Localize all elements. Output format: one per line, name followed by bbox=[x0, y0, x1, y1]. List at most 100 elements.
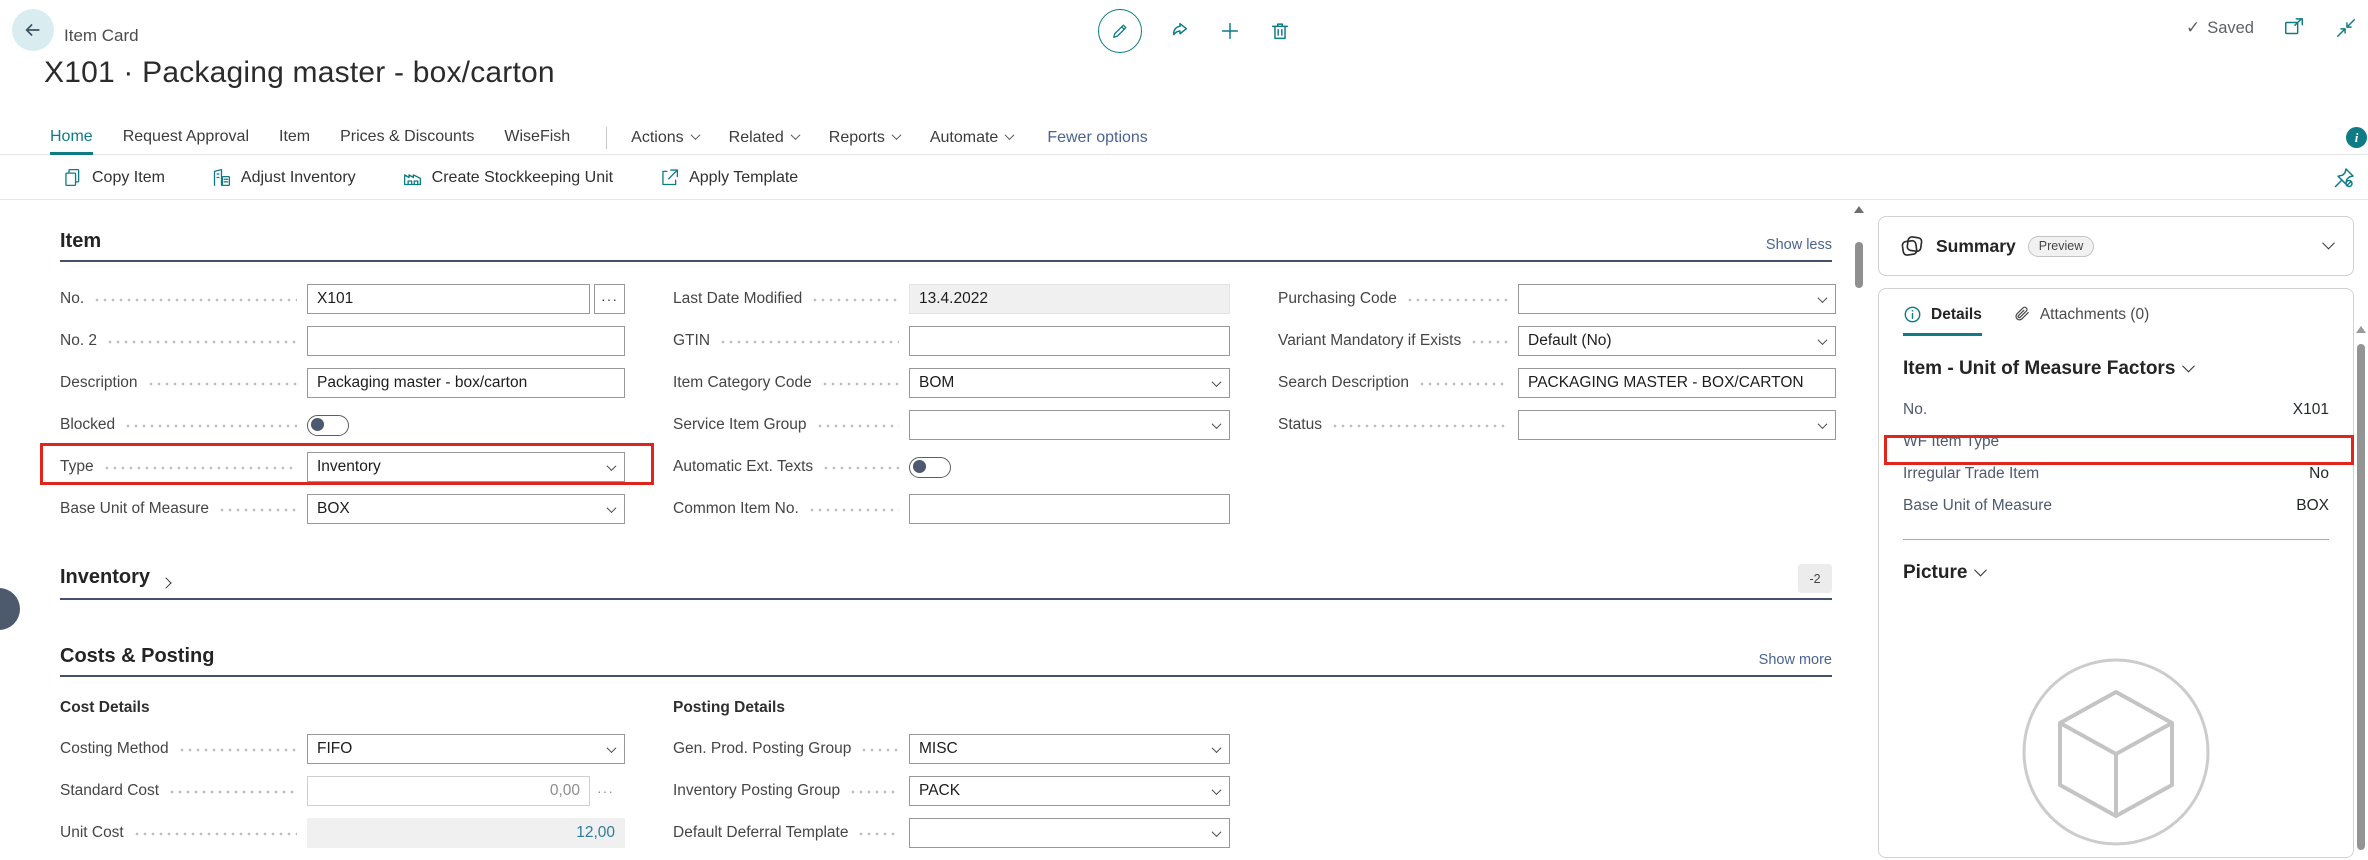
dotted-leader bbox=[822, 466, 899, 470]
info-icon[interactable]: i bbox=[2346, 127, 2367, 148]
factbox-irregular-trade-item-value[interactable]: No bbox=[2309, 465, 2329, 483]
tab-details[interactable]: Details bbox=[1903, 305, 1982, 336]
no2-input[interactable] bbox=[307, 326, 625, 356]
factbox-irregular-trade-item-label: Irregular Trade Item bbox=[1903, 465, 2039, 483]
gtin-input[interactable] bbox=[909, 326, 1230, 356]
share-button[interactable] bbox=[1168, 19, 1192, 43]
base-uom-dropdown[interactable]: BOX bbox=[307, 494, 625, 524]
description-input[interactable]: Packaging master - box/carton bbox=[307, 368, 625, 398]
variant-mandatory-dropdown[interactable]: Default (No) bbox=[1518, 326, 1836, 356]
open-in-window-button[interactable] bbox=[2282, 16, 2306, 40]
attachments-tab-label: Attachments (0) bbox=[2040, 306, 2149, 324]
menu-actions[interactable]: Actions bbox=[631, 121, 698, 155]
standard-cost-input[interactable]: 0,00 bbox=[307, 776, 590, 806]
no-assist-button[interactable]: ··· bbox=[594, 284, 625, 314]
chevron-down-icon bbox=[891, 130, 901, 140]
saved-label: Saved bbox=[2207, 19, 2254, 38]
factbox-no-value[interactable]: X101 bbox=[2293, 401, 2329, 419]
tab-attachments[interactable]: Attachments (0) bbox=[2012, 305, 2149, 333]
menu-related-label: Related bbox=[729, 129, 784, 147]
inventory-fasttab: Inventory -2 bbox=[60, 564, 1832, 600]
back-button[interactable] bbox=[12, 9, 54, 51]
no-input[interactable]: X101 bbox=[307, 284, 590, 314]
adjust-inventory-button[interactable]: Adjust Inventory bbox=[211, 167, 356, 188]
dotted-leader bbox=[816, 424, 899, 428]
status-dropdown[interactable] bbox=[1518, 410, 1836, 440]
costing-method-dropdown[interactable]: FIFO bbox=[307, 734, 625, 764]
warehouse-icon bbox=[402, 167, 423, 188]
copy-icon bbox=[62, 167, 83, 188]
inventory-posting-group-dropdown[interactable]: PACK bbox=[909, 776, 1230, 806]
copy-item-button[interactable]: Copy Item bbox=[62, 167, 165, 188]
item-category-code-dropdown[interactable]: BOM bbox=[909, 368, 1230, 398]
chevron-down-icon bbox=[607, 503, 617, 513]
save-status: ✓ Saved bbox=[2186, 18, 2254, 38]
show-more-link[interactable]: Show more bbox=[1759, 652, 1832, 668]
automatic-ext-texts-toggle[interactable] bbox=[909, 457, 951, 478]
unpin-button[interactable] bbox=[2332, 166, 2356, 190]
scroll-up-arrow-icon[interactable] bbox=[1854, 206, 1864, 213]
default-deferral-template-dropdown[interactable] bbox=[909, 818, 1230, 848]
picture-title[interactable]: Picture bbox=[1903, 562, 2329, 584]
dotted-leader bbox=[124, 424, 297, 428]
blocked-toggle[interactable] bbox=[307, 415, 349, 436]
purchasing-code-dropdown[interactable] bbox=[1518, 284, 1836, 314]
field-no2: No. 2 bbox=[60, 326, 625, 356]
dotted-leader bbox=[218, 508, 297, 512]
dotted-leader bbox=[808, 508, 899, 512]
item-category-code-label: Item Category Code bbox=[673, 374, 812, 392]
chevron-down-icon[interactable] bbox=[2322, 236, 2335, 249]
main-scrollbar[interactable] bbox=[1851, 202, 1867, 850]
common-item-no-input[interactable] bbox=[909, 494, 1230, 524]
apply-template-button[interactable]: Apply Template bbox=[659, 167, 798, 188]
tab-request-approval[interactable]: Request Approval bbox=[123, 121, 249, 155]
tab-item[interactable]: Item bbox=[279, 121, 310, 155]
field-automatic-ext-texts: Automatic Ext. Texts bbox=[673, 452, 1230, 482]
unit-cost-label: Unit Cost bbox=[60, 824, 124, 842]
cost-details-title: Cost Details bbox=[60, 699, 625, 717]
search-description-label: Search Description bbox=[1278, 374, 1409, 392]
dotted-leader bbox=[178, 748, 297, 752]
menu-related[interactable]: Related bbox=[729, 121, 799, 155]
factbox-row-no: No. X101 bbox=[1903, 394, 2329, 426]
standard-cost-assist-button[interactable]: ··· bbox=[597, 783, 614, 799]
field-base-uom: Base Unit of Measure BOX bbox=[60, 494, 625, 524]
chevron-down-icon bbox=[690, 130, 700, 140]
show-less-link[interactable]: Show less bbox=[1766, 237, 1832, 253]
delete-button[interactable] bbox=[1268, 19, 1292, 43]
edit-button[interactable] bbox=[1098, 9, 1142, 53]
chevron-down-icon bbox=[1005, 130, 1015, 140]
type-dropdown[interactable]: Inventory bbox=[307, 452, 625, 482]
service-item-group-dropdown[interactable] bbox=[909, 410, 1230, 440]
tab-prices-discounts[interactable]: Prices & Discounts bbox=[340, 121, 474, 155]
field-no: No. X101 ··· bbox=[60, 284, 625, 314]
unit-cost-value[interactable]: 12,00 bbox=[307, 818, 625, 848]
tab-wisefish[interactable]: WiseFish bbox=[504, 121, 570, 155]
costs-section-title: Costs & Posting bbox=[60, 645, 214, 668]
description-label: Description bbox=[60, 374, 138, 392]
default-deferral-template-label: Default Deferral Template bbox=[673, 824, 848, 842]
scroll-up-arrow-icon[interactable] bbox=[2356, 326, 2366, 333]
scrollbar-thumb[interactable] bbox=[2357, 344, 2365, 850]
type-label: Type bbox=[60, 458, 94, 476]
scrollbar-thumb[interactable] bbox=[1855, 242, 1863, 288]
menu-automate[interactable]: Automate bbox=[930, 121, 1013, 155]
base-uom-label: Base Unit of Measure bbox=[60, 500, 209, 518]
preview-badge: Preview bbox=[2028, 236, 2094, 257]
factbox-base-uom-value[interactable]: BOX bbox=[2296, 497, 2329, 515]
create-stockkeeping-unit-button[interactable]: Create Stockkeeping Unit bbox=[402, 167, 613, 188]
left-edge-handle[interactable] bbox=[0, 588, 20, 630]
factbox-title[interactable]: Item - Unit of Measure Factors bbox=[1903, 358, 2329, 380]
factbox-scrollbar[interactable] bbox=[2355, 322, 2366, 850]
inventory-section-title[interactable]: Inventory bbox=[60, 566, 150, 589]
no-label: No. bbox=[60, 290, 84, 308]
chevron-down-icon bbox=[1818, 419, 1828, 429]
search-description-input[interactable]: PACKAGING MASTER - BOX/CARTON bbox=[1518, 368, 1836, 398]
collapse-button[interactable] bbox=[2334, 16, 2358, 40]
gen-prod-posting-group-dropdown[interactable]: MISC bbox=[909, 734, 1230, 764]
pin-slash-icon bbox=[2332, 166, 2356, 190]
tab-home[interactable]: Home bbox=[50, 121, 93, 155]
menu-reports[interactable]: Reports bbox=[829, 121, 900, 155]
fewer-options-link[interactable]: Fewer options bbox=[1047, 129, 1148, 147]
new-button[interactable] bbox=[1218, 19, 1242, 43]
